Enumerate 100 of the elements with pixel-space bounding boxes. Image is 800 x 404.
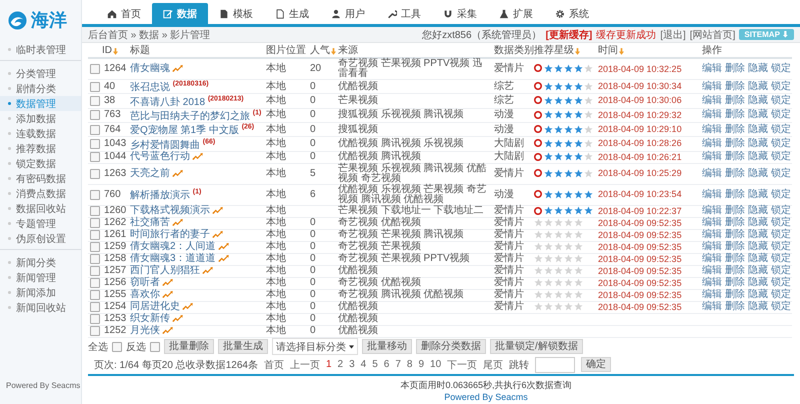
checkbox[interactable] xyxy=(90,218,100,228)
bulk-button[interactable]: 删除分类数据 xyxy=(416,339,486,354)
sidebar-item[interactable]: 伪原创设置 xyxy=(0,231,81,250)
title-link[interactable]: 代号蓝色行动 xyxy=(130,151,203,162)
sidebar-item[interactable]: 分类管理 xyxy=(0,66,81,81)
action-link[interactable]: 编辑 xyxy=(702,302,722,312)
title-link[interactable]: 倩女幽魂3：道道道 xyxy=(130,253,229,264)
action-link[interactable]: 编辑 xyxy=(702,168,722,179)
checkbox[interactable] xyxy=(90,230,100,240)
action-link[interactable]: 删除 xyxy=(725,124,745,135)
title-link[interactable]: 爱Q宠物屋 第1季 中文版 $^{(26)}$ xyxy=(130,125,254,136)
action-link[interactable]: 编辑 xyxy=(702,190,722,200)
prev-page-link[interactable]: 上一页 xyxy=(290,358,320,372)
checkbox[interactable] xyxy=(90,168,100,179)
action-link[interactable]: 锁定 xyxy=(771,64,791,74)
title-link[interactable]: 解析播放演示 $^{(1)}$ xyxy=(130,190,202,202)
ring-icon[interactable] xyxy=(534,64,542,72)
checkbox[interactable] xyxy=(90,82,100,92)
sort-arrow-icon[interactable] xyxy=(619,48,624,54)
action-link[interactable]: 锁定 xyxy=(771,266,791,276)
action-link[interactable]: 隐藏 xyxy=(748,110,768,120)
sort-arrow-icon[interactable] xyxy=(113,48,118,54)
action-link[interactable]: 删除 xyxy=(725,152,745,162)
logout-link[interactable]: [退出] xyxy=(660,28,686,42)
action-link[interactable]: 编辑 xyxy=(702,152,722,162)
sidebar-item[interactable]: 数据管理 xyxy=(0,96,81,111)
title-link[interactable]: 不喜请八卦 2018 $^{(20180213)}$ xyxy=(130,96,244,108)
category-dropdown[interactable]: 请选择目标分类 xyxy=(272,338,358,356)
sort-arrow-icon[interactable] xyxy=(575,48,580,54)
title-link[interactable]: 乡村爱情圆舞曲 $^{(66)}$ xyxy=(130,140,216,151)
action-link[interactable]: 隐藏 xyxy=(748,230,768,240)
sidebar-item[interactable]: 推荐数据 xyxy=(0,141,81,156)
action-link[interactable]: 隐藏 xyxy=(748,190,768,200)
action-link[interactable]: 删除 xyxy=(725,168,745,179)
action-link[interactable]: 锁定 xyxy=(771,82,791,92)
page-link[interactable]: 4 xyxy=(360,359,366,370)
column-header[interactable]: 时间 xyxy=(598,46,624,56)
title-link[interactable]: 芭比与田纳夫子的梦幻之旅 $^{(1)}$ xyxy=(130,110,262,122)
action-link[interactable]: 编辑 xyxy=(702,290,722,300)
title-link[interactable]: 西门官人别猖狂 xyxy=(130,265,213,276)
action-link[interactable]: 锁定 xyxy=(771,218,791,228)
nav-tab[interactable]: 首页 xyxy=(96,3,152,24)
sidebar-item[interactable]: 新闻添加 xyxy=(0,285,81,300)
nav-tab[interactable]: 数据 xyxy=(152,3,208,24)
action-link[interactable]: 编辑 xyxy=(702,242,722,252)
checkbox[interactable] xyxy=(150,342,160,352)
action-link[interactable]: 隐藏 xyxy=(748,96,768,106)
action-link[interactable]: 锁定 xyxy=(771,168,791,179)
action-link[interactable]: 编辑 xyxy=(702,96,722,106)
action-link[interactable]: 隐藏 xyxy=(748,302,768,312)
action-link[interactable]: 隐藏 xyxy=(748,218,768,228)
page-input[interactable] xyxy=(535,356,576,373)
action-link[interactable]: 删除 xyxy=(725,278,745,288)
title-link[interactable]: 下载格式视频演示 xyxy=(130,205,223,216)
page-link[interactable]: 2 xyxy=(338,359,344,370)
site-home-link[interactable]: [网站首页] xyxy=(690,28,736,42)
column-header[interactable]: ID xyxy=(102,46,118,56)
action-link[interactable]: 删除 xyxy=(725,138,745,149)
action-link[interactable]: 锁定 xyxy=(771,124,791,135)
action-link[interactable]: 锁定 xyxy=(771,110,791,120)
sidebar-item[interactable]: 新闻分类 xyxy=(0,255,81,270)
action-link[interactable]: 编辑 xyxy=(702,218,722,228)
refresh-cache-link[interactable]: [更新缓存] xyxy=(546,28,592,42)
bulk-button[interactable]: 批量删除 xyxy=(164,339,214,354)
action-link[interactable]: 隐藏 xyxy=(748,254,768,264)
sidebar-item[interactable]: 新闻回收站 xyxy=(0,300,81,315)
action-link[interactable]: 锁定 xyxy=(771,190,791,200)
action-link[interactable]: 编辑 xyxy=(702,278,722,288)
action-link[interactable]: 删除 xyxy=(725,242,745,252)
title-link[interactable]: 窃听者 xyxy=(130,277,173,288)
action-link[interactable]: 删除 xyxy=(725,290,745,300)
action-link[interactable]: 删除 xyxy=(725,64,745,74)
action-link[interactable]: 编辑 xyxy=(702,138,722,149)
checkbox[interactable] xyxy=(90,64,100,74)
checkbox[interactable] xyxy=(90,314,100,324)
nav-tab[interactable]: 生成 xyxy=(264,3,320,24)
sidebar-item[interactable]: 剧情分类 xyxy=(0,81,81,96)
action-link[interactable]: 编辑 xyxy=(702,266,722,276)
action-link[interactable]: 编辑 xyxy=(702,110,722,120)
title-link[interactable]: 社交痛苦 xyxy=(130,217,183,228)
page-link[interactable]: 8 xyxy=(406,359,412,370)
action-link[interactable]: 锁定 xyxy=(771,254,791,264)
action-link[interactable]: 删除 xyxy=(725,96,745,106)
action-link[interactable]: 锁定 xyxy=(771,278,791,288)
page-link[interactable]: 9 xyxy=(418,359,424,370)
title-link[interactable]: 同居进化史 xyxy=(130,301,193,312)
action-link[interactable]: 隐藏 xyxy=(748,278,768,288)
checkbox[interactable] xyxy=(90,290,100,300)
action-link[interactable]: 删除 xyxy=(725,218,745,228)
sidebar-item[interactable]: 有密码数据 xyxy=(0,171,81,186)
nav-tab[interactable]: 模板 xyxy=(208,3,264,24)
bulk-button[interactable]: 批量锁定/解锁数据 xyxy=(490,339,583,354)
checkbox[interactable] xyxy=(90,302,100,312)
action-link[interactable]: 锁定 xyxy=(771,96,791,106)
sidebar-item[interactable]: 添加数据 xyxy=(0,111,81,126)
page-link[interactable]: 3 xyxy=(349,359,355,370)
checkbox[interactable] xyxy=(90,254,100,264)
page-link[interactable]: 10 xyxy=(430,359,442,370)
column-header[interactable]: 人气 xyxy=(310,46,336,56)
title-link[interactable]: 倩女幽魂2：人间道 xyxy=(130,241,229,252)
